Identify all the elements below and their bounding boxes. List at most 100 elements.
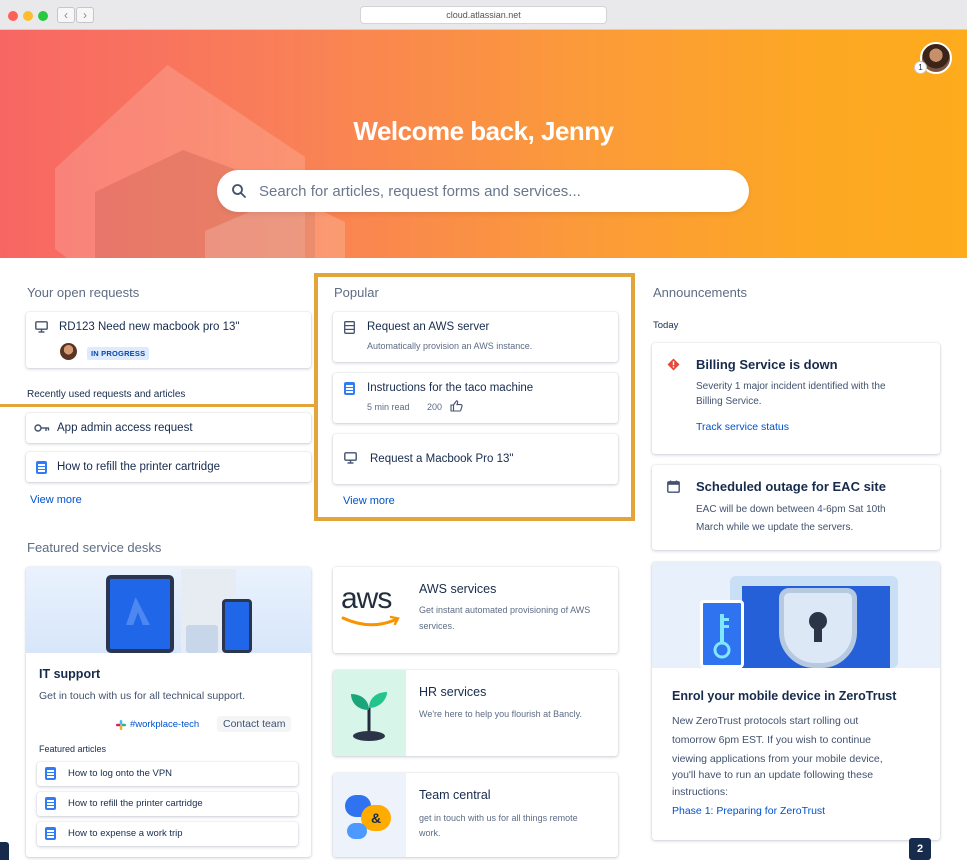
featured-article[interactable]: How to log onto the VPN xyxy=(37,762,298,786)
contact-team-button[interactable]: Contact team xyxy=(217,716,292,732)
step-badge-edge xyxy=(0,842,9,860)
step-badge: 2 xyxy=(909,838,931,860)
recent-item[interactable]: App admin access request xyxy=(26,413,311,443)
desk-card[interactable]: & Team central get in touch with us for … xyxy=(333,773,618,857)
popular-item[interactable]: Request a Macbook Pro 13" xyxy=(333,434,618,484)
open-requests-heading: Your open requests xyxy=(27,285,140,300)
phone-graphic xyxy=(222,599,252,653)
desk-description: We're here to help you flourish at Bancl… xyxy=(419,709,582,719)
zerotrust-illustration xyxy=(652,562,940,668)
chat-bubble-icon xyxy=(347,823,367,839)
recent-item-label: How to refill the printer cartridge xyxy=(57,461,220,473)
announcement-card: Billing Service is down Severity 1 major… xyxy=(652,343,940,454)
featured-article-label: How to expense a work trip xyxy=(68,828,183,839)
zerotrust-body: New ZeroTrust protocols start rolling ou… xyxy=(672,715,859,727)
announcement-card: Scheduled outage for EAC site EAC will b… xyxy=(652,465,940,550)
search-bar[interactable] xyxy=(217,170,749,212)
like-count: 200 xyxy=(427,402,443,412)
announcement-body: Billing Service. xyxy=(696,396,762,407)
popular-item-title: Request a Macbook Pro 13" xyxy=(370,453,514,465)
document-icon xyxy=(36,461,47,474)
key-icon xyxy=(713,614,731,659)
keyhole-icon xyxy=(814,626,822,642)
plant-icon xyxy=(351,692,387,741)
popular-item[interactable]: Instructions for the taco machine 5 min … xyxy=(333,373,618,423)
announcement-body: EAC will be down between 4-6pm Sat 10th xyxy=(696,504,886,515)
featured-articles-heading: Featured articles xyxy=(39,744,107,754)
featured-article[interactable]: How to refill the printer cartridge xyxy=(37,792,298,816)
announcement-body: March while we update the servers. xyxy=(696,522,854,533)
address-bar[interactable]: cloud.atlassian.net xyxy=(360,6,607,24)
announcement-title: Scheduled outage for EAC site xyxy=(696,479,886,494)
minimize-window-button[interactable] xyxy=(23,11,33,21)
team-illustration: & xyxy=(333,773,406,857)
desk-description: get in touch with us for all things remo… xyxy=(419,813,578,823)
track-service-link[interactable]: Track service status xyxy=(696,421,789,433)
forward-icon[interactable]: › xyxy=(76,7,94,23)
desk-description: Get instant automated provisioning of AW… xyxy=(419,605,591,615)
zerotrust-body: you'll have to run an update following t… xyxy=(672,769,874,781)
zerotrust-card[interactable]: Enrol your mobile device in ZeroTrust Ne… xyxy=(652,562,940,840)
hero-banner: Welcome back, Jenny 1 xyxy=(0,30,967,258)
announcements-heading: Announcements xyxy=(653,285,747,300)
recent-item-label: App admin access request xyxy=(57,422,193,434)
zerotrust-title: Enrol your mobile device in ZeroTrust xyxy=(672,689,897,703)
it-support-card[interactable]: IT support Get in touch with us for all … xyxy=(26,567,311,857)
zerotrust-body: tomorrow 6pm EST. If you wish to continu… xyxy=(672,734,872,746)
recent-item[interactable]: How to refill the printer cartridge xyxy=(26,452,311,482)
open-request-card[interactable]: RD123 Need new macbook pro 13" IN PROGRE… xyxy=(26,312,311,368)
popular-heading: Popular xyxy=(334,285,379,300)
desk-description: Get in touch with us for all technical s… xyxy=(39,690,246,702)
announcements-day: Today xyxy=(653,320,679,331)
document-icon xyxy=(45,797,56,810)
featured-article-label: How to refill the printer cartridge xyxy=(68,798,203,809)
monitor-icon xyxy=(35,321,48,333)
popular-item-title: Instructions for the taco machine xyxy=(367,382,534,394)
read-time: 5 min read xyxy=(367,402,410,412)
document-icon xyxy=(344,382,355,395)
server-icon xyxy=(344,321,355,334)
aws-logo: aws xyxy=(341,582,392,615)
search-icon xyxy=(232,184,246,198)
aws-smile-icon xyxy=(341,615,400,627)
announcement-title: Billing Service is down xyxy=(696,357,838,372)
key-icon xyxy=(34,424,50,432)
document-icon xyxy=(45,827,56,840)
zerotrust-body: viewing applications from your mobile de… xyxy=(672,753,883,765)
recent-heading: Recently used requests and articles xyxy=(27,389,186,400)
view-more-link[interactable]: View more xyxy=(30,494,82,506)
maximize-window-button[interactable] xyxy=(38,11,48,21)
avatar xyxy=(60,343,77,360)
popular-item[interactable]: Request an AWS server Automatically prov… xyxy=(333,312,618,362)
desk-description: work. xyxy=(419,828,441,838)
desk-title: IT support xyxy=(39,667,101,681)
view-more-link[interactable]: View more xyxy=(343,495,395,507)
browser-chrome: ‹ › cloud.atlassian.net xyxy=(0,0,967,30)
featured-article-label: How to log onto the VPN xyxy=(68,768,173,779)
desk-title: HR services xyxy=(419,685,487,699)
desk-description: services. xyxy=(419,621,455,631)
monitor-icon xyxy=(344,452,357,464)
slack-channel-link[interactable]: #workplace-tech xyxy=(130,719,199,730)
aws-logo-area: aws xyxy=(333,567,406,653)
featured-article[interactable]: How to expense a work trip xyxy=(37,822,298,846)
it-support-illustration xyxy=(26,567,311,653)
thumbs-up-icon[interactable] xyxy=(450,400,463,412)
request-title: RD123 Need new macbook pro 13" xyxy=(59,321,240,333)
desk-card[interactable]: HR services We're here to help you flour… xyxy=(333,670,618,756)
desk-card[interactable]: aws AWS services Get instant automated p… xyxy=(333,567,618,653)
popular-item-title: Request an AWS server xyxy=(367,321,490,333)
close-window-button[interactable] xyxy=(8,11,18,21)
device-graphic xyxy=(186,625,218,653)
hr-illustration xyxy=(333,670,406,756)
zerotrust-body: instructions: xyxy=(672,786,729,798)
slack-icon xyxy=(116,720,126,730)
page-title: Welcome back, Jenny xyxy=(353,116,614,146)
desk-title: Team central xyxy=(419,788,491,802)
back-icon[interactable]: ‹ xyxy=(57,7,75,23)
search-input[interactable] xyxy=(259,180,729,202)
announcement-body: Severity 1 major incident identified wit… xyxy=(696,381,886,392)
zerotrust-link[interactable]: Phase 1: Preparing for ZeroTrust xyxy=(672,805,825,817)
desk-title: AWS services xyxy=(419,582,497,596)
notification-badge: 1 xyxy=(914,61,927,74)
